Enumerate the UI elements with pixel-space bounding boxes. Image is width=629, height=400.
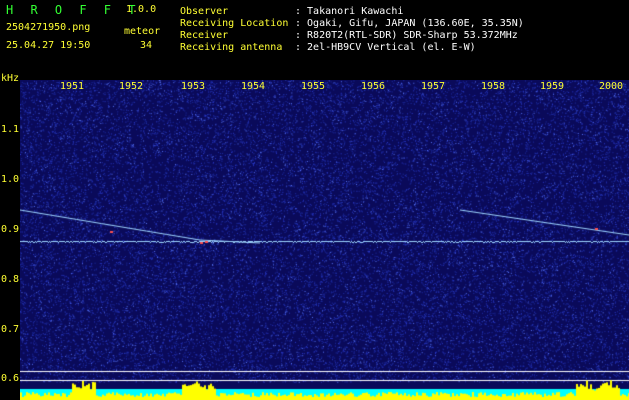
time-tick: 1953 [181, 81, 206, 92]
meteor-count: 34 [140, 40, 153, 51]
time-tick: 1958 [481, 81, 506, 92]
time-tick: 1954 [241, 81, 266, 92]
info-label-antenna: Receiving antenna [180, 42, 283, 53]
time-tick: 1956 [361, 81, 386, 92]
app-version: 1.0.0 [126, 4, 157, 15]
filename: 2504271950.png [6, 22, 91, 33]
meteor-label: meteor [124, 26, 161, 37]
spectrogram-canvas [20, 80, 629, 400]
info-value-observer: : Takanori Kawachi [295, 6, 404, 17]
time-tick: 1959 [540, 81, 565, 92]
info-label-observer: Observer [180, 6, 229, 17]
frequency-unit-label: kHz [1, 73, 20, 84]
time-tick: 1955 [301, 81, 326, 92]
info-label-receiver: Receiver [180, 30, 229, 41]
info-value-receiver: : R820T2(RTL-SDR) SDR-Sharp 53.372MHz [295, 30, 518, 41]
time-tick: 2000 [599, 81, 624, 92]
freq-tick: 0.9 [1, 224, 20, 235]
time-tick: 1952 [119, 81, 144, 92]
timestamp: 25.04.27 19:50 [6, 40, 91, 51]
info-label-location: Receiving Location [180, 18, 289, 29]
app-title: H R O F F T [6, 3, 141, 17]
info-value-antenna: : 2el-HB9CV Vertical (el. E-W) [295, 42, 476, 53]
freq-tick: 0.6 [1, 373, 20, 384]
freq-tick: 0.8 [1, 274, 20, 285]
time-tick: 1957 [421, 81, 446, 92]
time-tick: 1951 [60, 81, 85, 92]
freq-tick: 0.7 [1, 324, 20, 335]
freq-tick: 1.1 [1, 124, 20, 135]
freq-tick: 1.0 [1, 174, 20, 185]
info-value-location: : Ogaki, Gifu, JAPAN (136.60E, 35.35N) [295, 18, 524, 29]
